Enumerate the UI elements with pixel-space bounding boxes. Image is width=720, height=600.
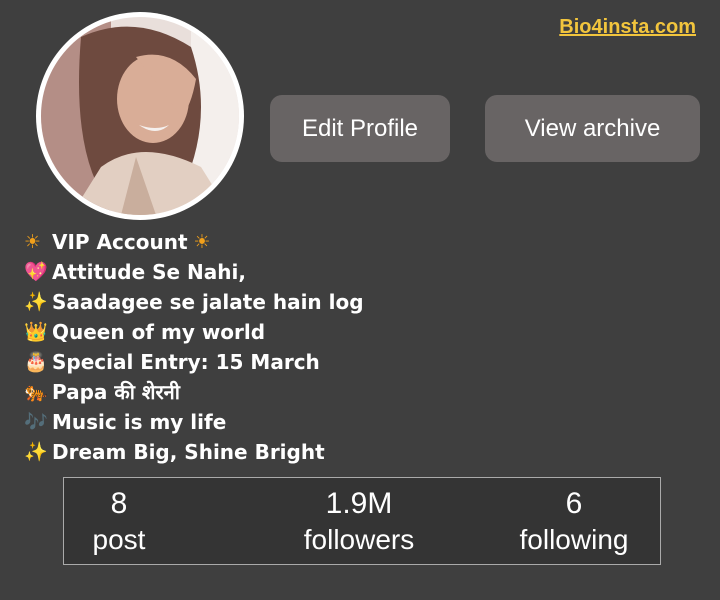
bio-line: ✨ Dream Big, Shine Bright bbox=[24, 437, 364, 467]
following-label: following bbox=[519, 524, 629, 555]
heart-icon: 💖 bbox=[24, 261, 48, 283]
edit-profile-button[interactable]: Edit Profile bbox=[270, 95, 450, 162]
bio-line: 💖 Attitude Se Nahi, bbox=[24, 257, 364, 287]
followers-label: followers bbox=[303, 524, 415, 555]
sparkles-icon: ✨ bbox=[24, 441, 48, 463]
sparkles-icon: ✨ bbox=[24, 291, 48, 313]
tiger-icon: 🐅 bbox=[24, 381, 48, 403]
following-stat[interactable]: 6 following bbox=[504, 486, 644, 558]
bio-line: 🐅 Papa की शेरनी bbox=[24, 377, 364, 407]
bio-line: 👑 Queen of my world bbox=[24, 317, 364, 347]
crown-icon: 👑 bbox=[24, 321, 48, 343]
site-link[interactable]: Bio4insta.com bbox=[559, 16, 696, 39]
cake-icon: 🎂 bbox=[24, 351, 48, 373]
avatar[interactable] bbox=[36, 12, 244, 220]
bio-line-text: Queen of my world bbox=[52, 320, 266, 344]
stats-panel: 8 post 1.9M followers 6 following bbox=[63, 477, 661, 565]
music-notes-icon: 🎶 bbox=[24, 411, 48, 433]
followers-stat[interactable]: 1.9M followers bbox=[289, 486, 429, 558]
bio-line-text: Dream Big, Shine Bright bbox=[52, 440, 325, 464]
bio-line: 🎂 Special Entry: 15 March bbox=[24, 347, 364, 377]
bio-line-text: Papa की शेरनी bbox=[52, 380, 180, 404]
view-archive-button[interactable]: View archive bbox=[485, 95, 700, 162]
profile-photo bbox=[41, 17, 239, 215]
bio-line-text: VIP Account bbox=[52, 230, 188, 254]
followers-count: 1.9M bbox=[325, 487, 393, 520]
bio: ☀ VIP Account ☀ 💖 Attitude Se Nahi, ✨ Sa… bbox=[24, 227, 364, 467]
bio-line: 🎶 Music is my life bbox=[24, 407, 364, 437]
bio-line: ✨ Saadagee se jalate hain log bbox=[24, 287, 364, 317]
bio-line: ☀ VIP Account ☀ bbox=[24, 227, 364, 257]
bio-line-text: Saadagee se jalate hain log bbox=[52, 290, 364, 314]
sun-icon: ☀ bbox=[193, 231, 211, 253]
posts-stat[interactable]: 8 post bbox=[82, 486, 156, 558]
posts-label: post bbox=[92, 524, 146, 555]
following-count: 6 bbox=[565, 487, 583, 520]
posts-count: 8 bbox=[110, 487, 128, 520]
bio-line-text: Attitude Se Nahi, bbox=[52, 260, 246, 284]
bio-line-text: Music is my life bbox=[52, 410, 227, 434]
bio-line-text: Special Entry: 15 March bbox=[52, 350, 320, 374]
sun-icon: ☀ bbox=[24, 231, 42, 253]
